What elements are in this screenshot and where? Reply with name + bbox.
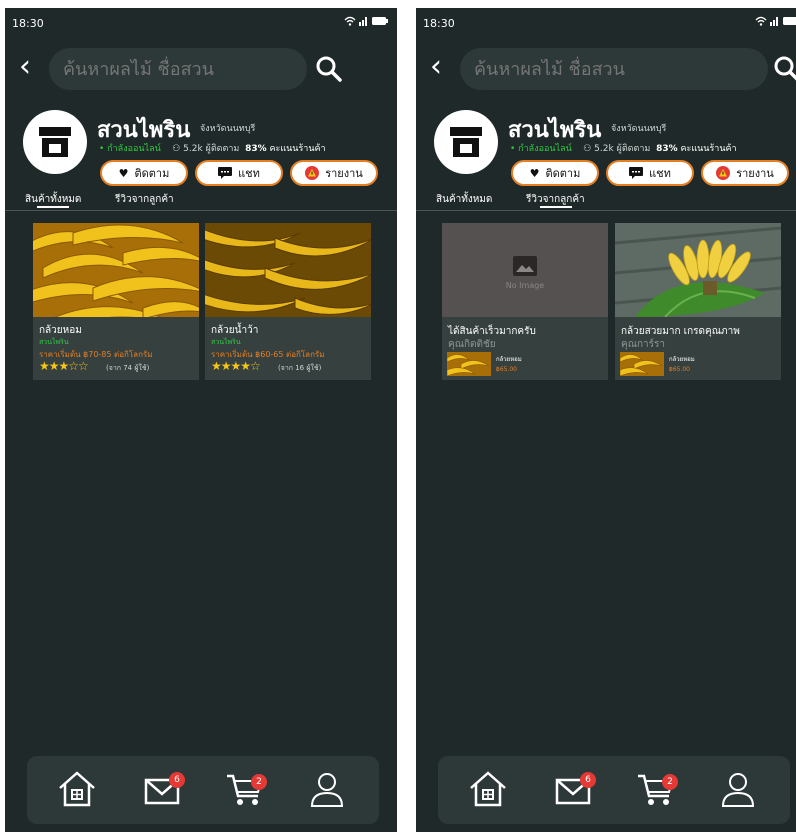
search-bar: ‹ <box>5 48 397 92</box>
store-icon <box>39 127 71 157</box>
home-icon[interactable] <box>57 770 97 812</box>
chat-button[interactable]: แชท <box>606 160 694 186</box>
chat-button[interactable]: แชท <box>195 160 283 186</box>
shop-stats: • กำลังออนไลน์ ⚇ 5.2k ผู้ติดตาม 83% คะแน… <box>99 141 326 155</box>
cart-badge: 2 <box>662 774 678 790</box>
tab-active-indicator <box>37 206 69 208</box>
follow-label: ติดตาม <box>545 167 581 180</box>
warning-icon <box>716 166 731 180</box>
search-icon[interactable] <box>315 55 343 87</box>
tab-all-products[interactable]: สินค้าทั้งหมด <box>436 192 492 207</box>
status-bar: 18:30 <box>416 8 796 36</box>
no-image-label: No Image <box>505 281 545 290</box>
bottom-nav: 6 2 <box>27 756 379 824</box>
home-icon[interactable] <box>468 770 508 812</box>
chat-icon <box>629 167 644 179</box>
review-card[interactable]: กล้วยสวยมาก เกรดคุณภาพ คุณการ์รา กล้วยหอ… <box>615 223 781 380</box>
score-percent: 83% <box>245 144 267 154</box>
screen-all-products: 18:30 ‹ สวนไพริน จังหวัดนนทบุรี • กำลังอ… <box>5 8 397 832</box>
inbox-badge: 6 <box>169 772 185 788</box>
product-shop: สวนไพริน <box>211 338 241 346</box>
chat-label: แชท <box>238 167 260 180</box>
product-shop: สวนไพริน <box>39 338 69 346</box>
chat-icon <box>218 167 233 179</box>
product-card[interactable]: กล้วยน้ำว้า สวนไพริน ราคาเริ่มต้น ฿60-65… <box>205 223 371 380</box>
signal-wifi-battery-icon <box>754 15 796 30</box>
product-thumbnail <box>447 352 491 376</box>
product-name: กล้วยน้ำว้า <box>211 325 259 336</box>
report-label: รายงาน <box>736 167 774 180</box>
review-card[interactable]: No Image ได้สินค้าเร็วมากครับ คุณกิตติชั… <box>442 223 608 380</box>
followers-count: 5.2k ผู้ติดตาม <box>183 144 240 154</box>
search-input[interactable] <box>49 48 307 90</box>
reviewer-name: คุณกิตติชัย <box>448 339 496 350</box>
review-product-name: กล้วยหอม <box>496 356 522 363</box>
user-icon: ⚇ <box>172 144 181 154</box>
tab-active-indicator <box>540 206 572 208</box>
inbox-badge: 6 <box>580 772 596 788</box>
report-label: รายงาน <box>325 167 363 180</box>
back-icon[interactable]: ‹ <box>430 52 442 82</box>
score-label: คะแนนร้านค้า <box>269 144 326 154</box>
store-icon <box>450 127 482 157</box>
star-rating: ★★★★☆ <box>211 359 261 373</box>
signal-wifi-battery-icon <box>343 15 389 30</box>
status-time: 18:30 <box>423 17 455 30</box>
product-name: กล้วยหอม <box>39 325 82 336</box>
online-status: • กำลังออนไลน์ <box>510 144 572 154</box>
score-label: คะแนนร้านค้า <box>680 144 737 154</box>
shop-province: จังหวัดนนทบุรี <box>611 124 667 134</box>
screen-reviews: 18:30 ‹ สวนไพริน จังหวัดนนทบุรี • กำลังอ… <box>416 8 796 832</box>
report-button[interactable]: รายงาน <box>290 160 378 186</box>
user-icon: ⚇ <box>583 144 592 154</box>
search-icon[interactable] <box>773 55 796 87</box>
tab-reviews[interactable]: รีวิวจากลูกค้า <box>115 192 174 207</box>
product-image-banana <box>205 223 371 317</box>
shop-stats: • กำลังออนไลน์ ⚇ 5.2k ผู้ติดตาม 83% คะแน… <box>510 141 737 155</box>
star-rating: ★★★☆☆ <box>39 359 89 373</box>
search-bar: ‹ <box>416 48 796 92</box>
review-product-price: ฿65.00 <box>669 366 690 373</box>
warning-icon <box>305 166 320 180</box>
review-product-price: ฿65.00 <box>496 366 517 373</box>
cart-badge: 2 <box>251 774 267 790</box>
image-placeholder-icon <box>513 256 537 276</box>
follow-label: ติดตาม <box>134 167 170 180</box>
heart-icon: ♥ <box>118 166 129 180</box>
shop-logo <box>23 110 87 174</box>
search-input[interactable] <box>460 48 768 90</box>
status-time: 18:30 <box>12 17 44 30</box>
report-button[interactable]: รายงาน <box>701 160 789 186</box>
heart-icon: ♥ <box>529 166 540 180</box>
product-thumbnail <box>620 352 664 376</box>
review-image-placeholder: No Image <box>442 223 608 317</box>
followers-count: 5.2k ผู้ติดตาม <box>594 144 651 154</box>
follow-button[interactable]: ♥ ติดตาม <box>511 160 599 186</box>
score-percent: 83% <box>656 144 678 154</box>
reviewer-name: คุณการ์รา <box>621 339 665 350</box>
profile-icon[interactable] <box>309 770 345 812</box>
review-image-banana-bunch <box>615 223 781 317</box>
rating-count: (จาก 16 ผู้ใช้) <box>278 364 322 372</box>
profile-icon[interactable] <box>720 770 756 812</box>
shop-logo <box>434 110 498 174</box>
divider <box>416 210 796 211</box>
back-icon[interactable]: ‹ <box>19 52 31 82</box>
rating-count: (จาก 74 ผู้ใช้) <box>106 364 150 372</box>
status-bar: 18:30 <box>5 8 397 36</box>
chat-label: แชท <box>649 167 671 180</box>
product-card[interactable]: กล้วยหอม สวนไพริน ราคาเริ่มต้น ฿70-85 ต่… <box>33 223 199 380</box>
follow-button[interactable]: ♥ ติดตาม <box>100 160 188 186</box>
review-product-name: กล้วยหอม <box>669 356 695 363</box>
bottom-nav: 6 2 <box>438 756 790 824</box>
tab-reviews[interactable]: รีวิวจากลูกค้า <box>526 192 585 207</box>
product-image-banana <box>33 223 199 317</box>
shop-province: จังหวัดนนทบุรี <box>200 124 256 134</box>
online-status: • กำลังออนไลน์ <box>99 144 161 154</box>
divider <box>5 210 397 211</box>
tab-all-products[interactable]: สินค้าทั้งหมด <box>25 192 81 207</box>
